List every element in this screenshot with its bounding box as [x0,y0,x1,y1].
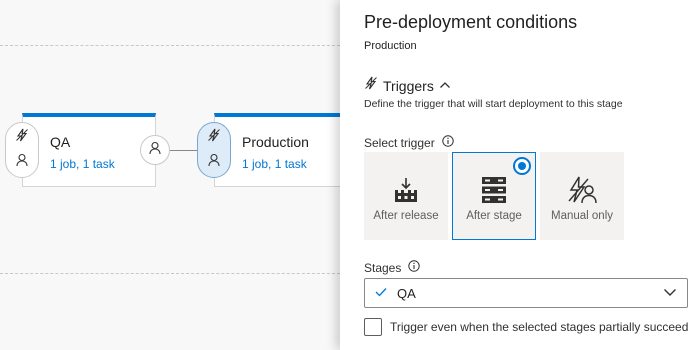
stages-dropdown-value: QA [397,285,416,301]
selected-radio [513,157,531,175]
stage-summary-link[interactable]: 1 job, 1 task [50,157,115,171]
stage-summary-link[interactable]: 1 job, 1 task [242,157,307,171]
canvas-divider-top [0,45,340,46]
triggers-section-title: Triggers [383,77,434,94]
partial-success-checkbox-row[interactable]: Trigger even when the selected stages pa… [364,318,688,336]
trigger-option-label: After stage [466,210,522,222]
stage-connector [170,150,198,151]
approver-icon [148,141,162,160]
trigger-option-manual-only[interactable]: Manual only [540,152,624,240]
stages-label-row: Stages [364,260,421,275]
chevron-up-icon [439,77,451,95]
trigger-options: After release After stage Manual only [364,152,624,240]
stages-label: Stages [364,260,402,275]
check-icon [375,284,387,302]
triggers-description: Define the trigger that will start deplo… [364,98,623,110]
lightning-icon [207,128,221,147]
canvas-divider-bottom [0,273,340,274]
triggers-section-toggle[interactable]: Triggers [364,76,451,95]
stage-card-production[interactable]: Production 1 job, 1 task [214,113,354,187]
trigger-icon [364,76,378,95]
release-icon [393,175,419,205]
stage-name: Production [242,134,309,150]
stage-icon [481,175,507,205]
pre-deployment-conditions-panel: Pre-deployment conditions Production Tri… [340,0,698,350]
manual-icon [567,175,597,205]
stage-card-qa[interactable]: QA 1 job, 1 task [22,113,156,187]
panel-stage-name: Production [364,40,417,52]
partial-success-checkbox[interactable] [364,318,382,336]
stage-name: QA [50,134,71,150]
lightning-icon [15,128,29,147]
post-deployment-conditions-qa[interactable] [140,135,170,165]
select-trigger-label: Select trigger [364,135,435,150]
pipeline-canvas: QA 1 job, 1 task Production 1 job, 1 tas… [0,0,354,350]
partial-success-label: Trigger even when the selected stages pa… [390,320,689,334]
pre-deployment-conditions-production[interactable] [197,122,231,178]
trigger-option-after-release[interactable]: After release [364,152,448,240]
select-trigger-label-row: Select trigger [364,135,454,150]
approver-icon [15,153,29,172]
radio-dot [518,162,526,170]
stages-dropdown[interactable]: QA [364,278,688,308]
trigger-option-label: After release [373,210,439,222]
trigger-option-after-stage[interactable]: After stage [452,152,536,240]
info-icon[interactable] [408,260,421,275]
chevron-down-icon [663,284,677,302]
pre-deployment-conditions-qa[interactable] [5,122,39,178]
trigger-option-label: Manual only [550,210,613,222]
info-icon[interactable] [442,135,454,150]
panel-title: Pre-deployment conditions [364,12,578,32]
approver-icon [207,153,221,172]
